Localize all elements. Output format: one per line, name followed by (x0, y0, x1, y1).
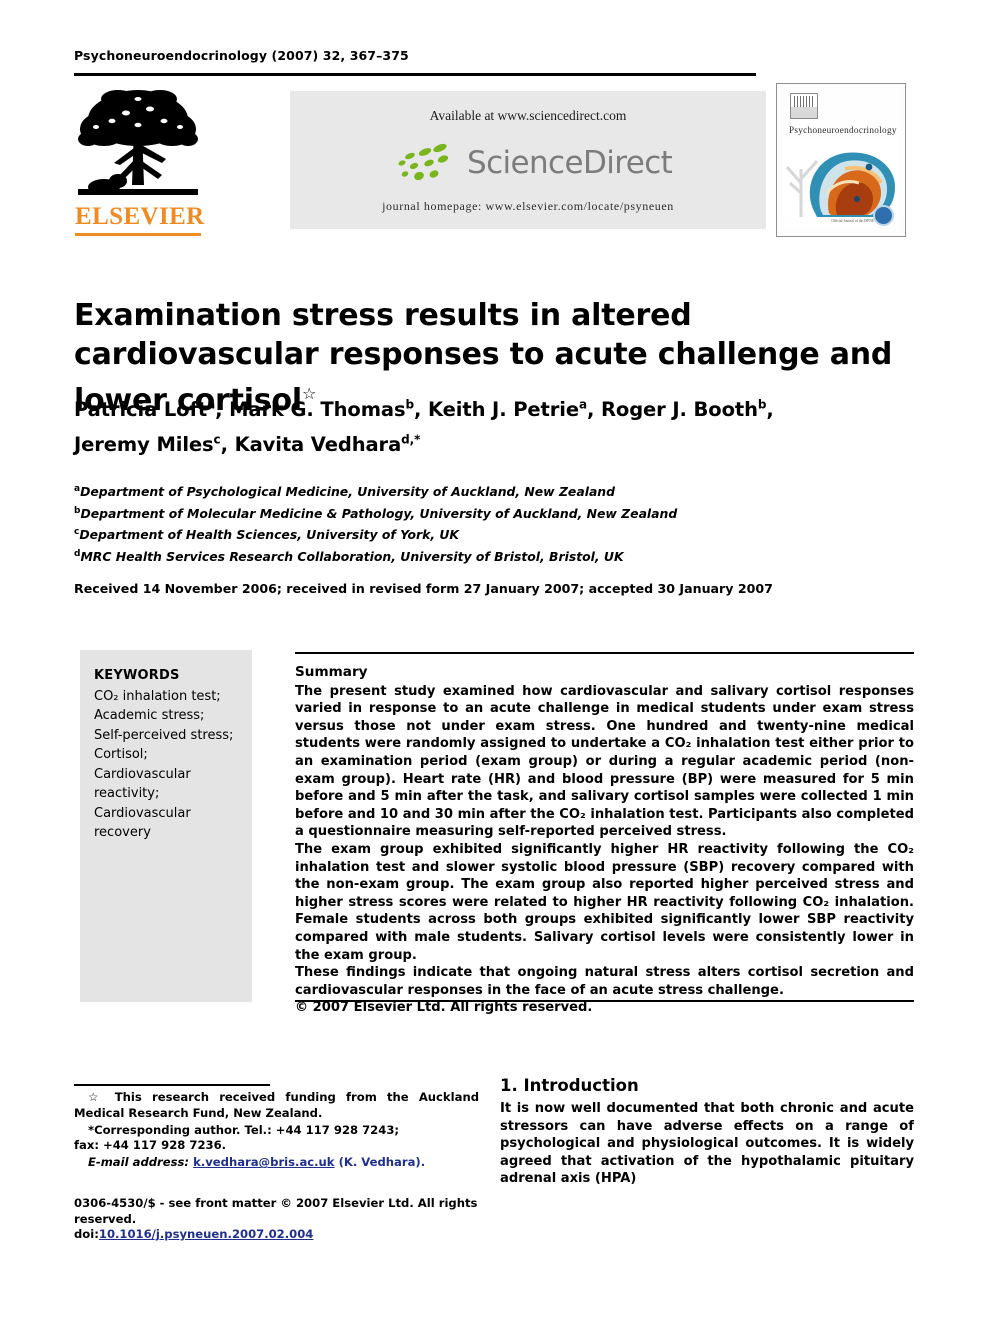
sciencedirect-band: Available at www.sciencedirect.com Scien… (290, 91, 766, 229)
doi-label: doi: (74, 1227, 99, 1241)
author: Mark G. Thomasb, (229, 397, 428, 421)
author-affiliation-marker: d,* (401, 432, 421, 447)
keywords-inner: KEYWORDS CO₂ inhalation test; Academic s… (94, 666, 244, 843)
author-separator: , (220, 433, 235, 456)
keyword-item: CO₂ inhalation test; (94, 688, 221, 704)
summary-paragraph: The exam group exhibited significantly h… (295, 841, 914, 963)
author-name: Jeremy Miles (74, 433, 214, 456)
keyword-item: Cardiovascular recovery (94, 805, 191, 841)
summary-rule-bottom (295, 1000, 914, 1003)
introduction-paragraph: It is now well documented that both chro… (500, 1101, 914, 1187)
elsevier-tree-icon (78, 90, 198, 195)
footnote-funding: ☆ This research received funding from th… (74, 1090, 479, 1122)
funding-marker: ☆ (88, 1090, 105, 1104)
front-matter-line: 0306-4530/$ - see front matter © 2007 El… (74, 1196, 478, 1226)
introduction-heading: 1. Introduction (500, 1075, 639, 1095)
summary-rule-top (295, 652, 914, 655)
keyword-item: Academic stress; (94, 708, 205, 723)
masthead: ELSEVIER Available at www.sciencedirect.… (74, 83, 906, 237)
page-footer: 0306-4530/$ - see front matter © 2007 El… (74, 1196, 534, 1243)
cover-journal-title: Psychoneuroendocrinology (789, 125, 897, 135)
summary-paragraph: These findings indicate that ongoing nat… (295, 965, 914, 998)
affiliation: dMRC Health Services Research Collaborat… (74, 545, 914, 567)
footnote-rule (74, 1084, 270, 1086)
doi-line: doi:10.1016/j.psyneuen.2007.02.004 (74, 1227, 534, 1243)
author-affiliation-marker: a (578, 397, 587, 411)
author-name: Kavita Vedhara (234, 433, 402, 456)
cover-society-badge-icon (873, 205, 894, 226)
running-head: Psychoneuroendocrinology (2007) 32, 367–… (74, 48, 409, 63)
sciencedirect-logo: ScienceDirect (394, 141, 673, 187)
journal-cover-thumbnail: Psychoneuroendocrinology Official Journa… (776, 83, 906, 237)
author-affiliation-marker: c (213, 432, 221, 447)
keywords-heading: KEYWORDS (94, 668, 180, 683)
sciencedirect-dots-icon (398, 143, 449, 181)
header-rule (74, 73, 756, 76)
elsevier-wordmark: ELSEVIER (75, 203, 205, 230)
footnotes: ☆ This research received funding from th… (74, 1090, 479, 1172)
author: Patricia Lofta, (74, 397, 230, 421)
affiliation: bDepartment of Molecular Medicine & Path… (74, 502, 914, 524)
available-at-text: Available at www.sciencedirect.com (429, 108, 627, 123)
author: Keith J. Petriea, (427, 397, 601, 421)
elsevier-underline (75, 233, 201, 236)
author-name: Roger J. Booth (600, 397, 758, 421)
journal-cover-inner: Psychoneuroendocrinology Official Journa… (783, 89, 899, 230)
affiliation: cDepartment of Health Sciences, Universi… (74, 523, 914, 545)
author-name: Keith J. Petrie (427, 397, 579, 421)
author-name: Mark G. Thomas (229, 397, 406, 421)
author-separator: , (766, 397, 774, 421)
author: Jeremy Milesc, (74, 432, 235, 457)
summary-paragraph: The present study examined how cardiovas… (295, 683, 914, 840)
article-first-page: Psychoneuroendocrinology (2007) 32, 367–… (0, 0, 992, 1323)
sciencedirect-wordmark: ScienceDirect (467, 145, 673, 181)
author-affiliation-marker: a (207, 397, 216, 411)
summary-section: Summary The present study examined how c… (295, 664, 914, 1017)
doi-link[interactable]: 10.1016/j.psyneuen.2007.02.004 (99, 1227, 313, 1241)
keyword-item: Cortisol; (94, 747, 148, 762)
summary-heading: Summary (295, 664, 368, 680)
elsevier-logo: ELSEVIER (74, 85, 205, 236)
affiliation-text: Department of Molecular Medicine & Patho… (80, 505, 678, 521)
keywords-list: CO₂ inhalation test; Academic stress; Se… (94, 687, 244, 843)
footnote-email: E-mail address: k.vedhara@bris.ac.uk (K.… (74, 1155, 479, 1171)
author-separator: , (215, 397, 230, 421)
affiliation-list: aDepartment of Psychological Medicine, U… (74, 480, 914, 567)
keyword-item: Self-perceived stress; (94, 727, 234, 743)
author-name: Patricia Loft (74, 397, 208, 421)
author-list: Patricia Lofta, Mark G. Thomasb, Keith J… (74, 389, 914, 460)
cover-elsevier-mark-icon (790, 93, 818, 119)
cover-badge-caption: Official Journal of the ISPNE (831, 219, 874, 223)
author: Kavita Vedharad,* (234, 432, 421, 457)
author-affiliation-marker: b (405, 397, 414, 411)
email-label: E-mail address: (88, 1155, 190, 1170)
email-link[interactable]: k.vedhara@bris.ac.uk (193, 1155, 334, 1169)
journal-homepage-text: journal homepage: www.elsevier.com/locat… (382, 199, 674, 213)
corresponding-text: Corresponding author. Tel.: +44 117 928 … (94, 1122, 400, 1137)
footnote-corresponding: *Corresponding author. Tel.: +44 117 928… (74, 1123, 479, 1155)
author-separator: , (413, 397, 428, 421)
affiliation-text: MRC Health Services Research Collaborati… (80, 549, 624, 565)
keywords-box: KEYWORDS CO₂ inhalation test; Academic s… (80, 650, 252, 1002)
author: Roger J. Boothb, (600, 397, 774, 421)
article-history: Received 14 November 2006; received in r… (74, 581, 773, 596)
fax-text: fax: +44 117 928 7236. (74, 1138, 227, 1153)
affiliation-text: Department of Health Sciences, Universit… (79, 527, 460, 543)
keyword-item: Cardiovascular reactivity; (94, 766, 191, 802)
affiliation: aDepartment of Psychological Medicine, U… (74, 480, 914, 502)
email-owner: (K. Vedhara). (338, 1155, 426, 1170)
funding-text: This research received funding from the … (74, 1090, 479, 1120)
author-separator: , (586, 397, 601, 421)
affiliation-text: Department of Psychological Medicine, Un… (80, 484, 615, 500)
